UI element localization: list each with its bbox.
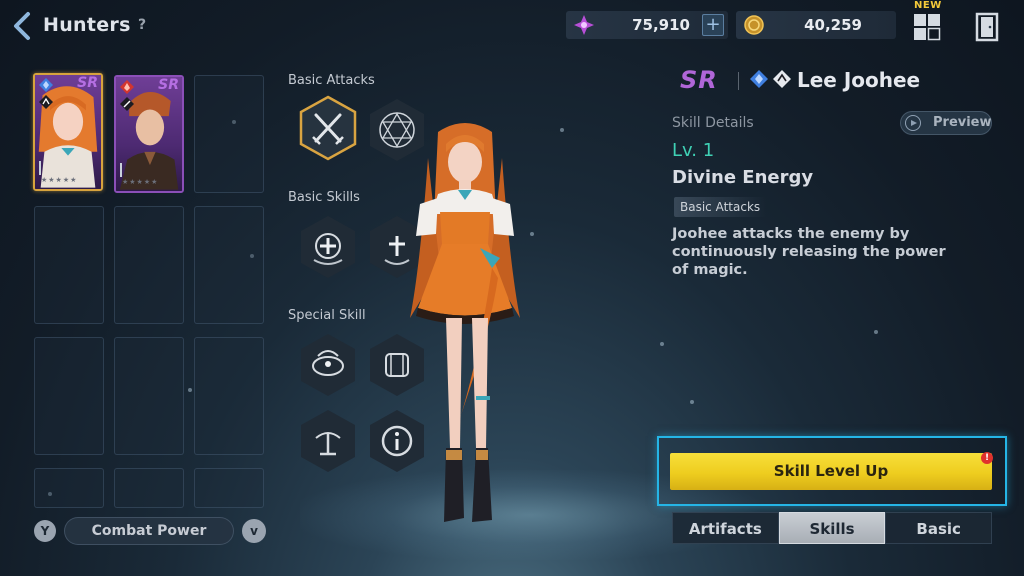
hunter-slot-empty <box>194 206 264 324</box>
hunter-slot-empty <box>34 206 104 324</box>
help-button[interactable]: ? <box>133 15 151 35</box>
skill-details-label: Skill Details <box>672 115 754 131</box>
basic-skills-label: Basic Skills <box>288 190 360 205</box>
alert-badge: ! <box>981 452 993 464</box>
add-gems-button[interactable]: + <box>702 14 724 36</box>
skill-special-3[interactable] <box>298 408 358 474</box>
fountain-icon <box>301 410 355 472</box>
skill-description: Joohee attacks the enemy by continuously… <box>672 226 946 278</box>
card-rank: SR <box>158 77 179 93</box>
tab-artifacts[interactable]: Artifacts <box>672 512 779 544</box>
mage-class-icon <box>39 95 53 109</box>
sort-dropdown[interactable]: Combat Power <box>64 517 234 545</box>
hunter-portrait-2 <box>119 92 179 190</box>
new-badge: NEW <box>914 0 942 11</box>
page-title: Hunters <box>43 14 131 36</box>
skill-special-1[interactable] <box>298 332 358 398</box>
water-element-icon <box>39 78 53 92</box>
skill-type-tag: Basic Attacks <box>674 197 767 217</box>
card-stars: ★★★★★ <box>41 176 78 184</box>
preview-button[interactable]: Preview <box>900 111 992 135</box>
fighter-class-icon <box>120 97 134 111</box>
detail-tabs: Artifacts Skills Basic <box>672 512 993 544</box>
mage-class-icon <box>773 70 791 88</box>
hunter-card-2[interactable]: SR ★★★★★ <box>114 75 184 193</box>
hunter-name: Lee Joohee <box>797 68 921 92</box>
chevron-left-icon <box>14 12 30 40</box>
menu-grid-button[interactable] <box>912 12 942 42</box>
gold-coin-icon <box>742 14 766 36</box>
essence-stone-icon <box>572 14 596 36</box>
skill-level-up-button[interactable]: Skill Level Up <box>670 453 992 490</box>
back-button[interactable] <box>8 10 38 42</box>
exit-button[interactable] <box>974 12 1000 42</box>
hunter-portrait-joohee <box>38 86 98 188</box>
water-element-icon <box>750 70 768 88</box>
holy-cross-icon <box>301 216 355 278</box>
hunter-slot-empty <box>194 337 264 455</box>
play-icon <box>905 115 921 131</box>
divider <box>738 72 739 90</box>
skill-basic-skill-1[interactable] <box>298 214 358 280</box>
grid-icon <box>914 14 941 41</box>
sparkle <box>188 388 192 392</box>
tab-basic[interactable]: Basic <box>885 512 993 544</box>
sparkle <box>874 330 878 334</box>
gold-value: 40,259 <box>804 16 862 34</box>
magic-orb-icon <box>301 334 355 396</box>
sort-direction-button[interactable]: v <box>242 519 266 543</box>
hunter-character-model <box>410 123 520 522</box>
sparkle <box>660 342 664 346</box>
hunter-slot-empty <box>114 468 184 508</box>
skill-level: Lv. 1 <box>672 140 715 161</box>
skill-basic-attack-1[interactable] <box>298 95 358 161</box>
sparkle <box>560 128 564 132</box>
card-rank: SR <box>77 75 98 91</box>
hunter-card-joohee[interactable]: SR ★★★★★ <box>33 73 103 191</box>
hunter-slot-empty <box>114 337 184 455</box>
hunter-slot-empty <box>114 206 184 324</box>
hunter-slot-empty <box>34 468 104 508</box>
gold-currency: 40,259 <box>736 11 896 39</box>
hunter-slot-empty <box>34 337 104 455</box>
sparkle <box>690 400 694 404</box>
crossed-swords-icon <box>299 95 357 161</box>
special-skill-label: Special Skill <box>288 308 366 323</box>
basic-attacks-label: Basic Attacks <box>288 73 375 88</box>
gem-currency: 75,910 + <box>566 11 728 39</box>
preview-label: Preview <box>933 115 992 130</box>
skill-name: Divine Energy <box>672 167 814 188</box>
hunter-slot-empty <box>194 468 264 508</box>
gem-value: 75,910 <box>632 16 690 34</box>
hunter-slot-empty <box>194 75 264 193</box>
card-stars: ★★★★★ <box>122 178 159 186</box>
door-icon <box>975 12 999 42</box>
fire-element-icon <box>120 80 134 94</box>
filter-icon[interactable]: Y <box>34 520 56 542</box>
hunter-rank: SR <box>680 66 718 94</box>
tab-skills[interactable]: Skills <box>778 512 886 544</box>
